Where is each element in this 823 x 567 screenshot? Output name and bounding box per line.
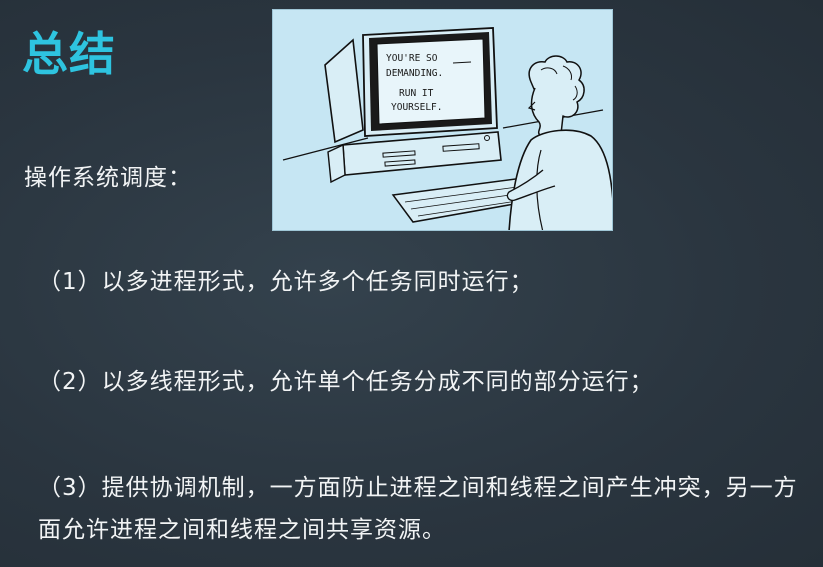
screen-line-4: YOURSELF.	[391, 102, 442, 113]
list-item: （3）提供协调机制，一方面防止进程之间和线程之间产生冲突，另一方面允许进程之间和…	[38, 475, 798, 543]
screen-line-3: RUN IT	[399, 88, 434, 99]
slide-title: 总结	[22, 27, 116, 81]
screen-line-1: YOU'RE SO	[386, 53, 438, 64]
list-item: （2）以多线程形式，允许单个任务分成不同的部分运行；	[38, 369, 654, 395]
slide: 总结 YOU'RE SO DEMANDING. RUN IT YOURSELF.	[0, 0, 823, 567]
list-item: （1）以多进程形式，允许多个任务同时运行；	[38, 269, 534, 295]
cartoon-image: YOU'RE SO DEMANDING. RUN IT YOURSELF.	[272, 9, 613, 231]
screen-line-2: DEMANDING.	[386, 68, 443, 79]
subtitle-os-scheduling: 操作系统调度：	[24, 165, 192, 191]
